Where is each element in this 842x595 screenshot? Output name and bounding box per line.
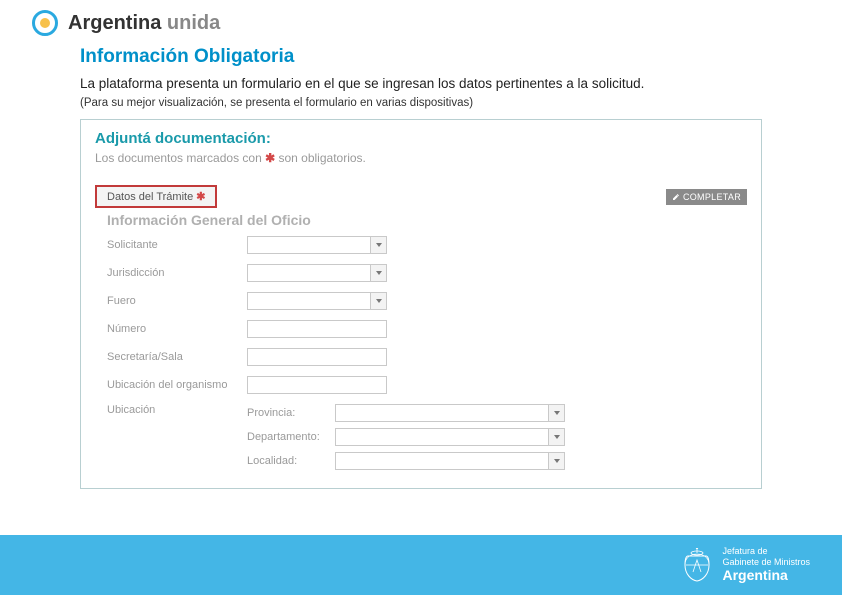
field-numero: Número [107, 320, 747, 338]
label-ubicacion: Ubicación [107, 404, 247, 416]
form-panel: Adjuntá documentación: Los documentos ma… [80, 119, 762, 489]
label-solicitante: Solicitante [107, 239, 247, 251]
label-ubic-org: Ubicación del organismo [107, 379, 247, 391]
field-departamento: Departamento: [247, 428, 747, 446]
section-tag-datos-tramite[interactable]: Datos del Trámite ✱ [95, 185, 217, 208]
brand-word-2: unida [167, 12, 220, 34]
footer-logo: Jefatura de Gabinete de Ministros Argent… [682, 546, 810, 584]
required-asterisk-icon: ✱ [196, 191, 205, 203]
label-numero: Número [107, 323, 247, 335]
label-secretaria: Secretaría/Sala [107, 351, 247, 363]
form-sub-heading: Información General del Oficio [107, 212, 747, 228]
brand-word-1: Argentina [68, 12, 161, 34]
input-secretaria[interactable] [247, 348, 387, 366]
footer: Jefatura de Gabinete de Ministros Argent… [0, 529, 842, 595]
field-ubicacion-organismo: Ubicación del organismo [107, 376, 747, 394]
form-subtext: Los documentos marcados con ✱ son obliga… [95, 151, 747, 165]
label-localidad: Localidad: [247, 455, 335, 467]
chevron-down-icon [370, 265, 386, 281]
completar-button[interactable]: COMPLETAR [666, 189, 747, 205]
section-tag-label: Datos del Trámite [107, 191, 196, 203]
chevron-down-icon [548, 405, 564, 421]
brand-text: Argentina unida [68, 12, 220, 35]
slide-title: Información Obligatoria [80, 46, 762, 68]
input-numero[interactable] [247, 320, 387, 338]
form-sub-prefix: Los documentos marcados con [95, 151, 265, 165]
slide-intro: La plataforma presenta un formulario en … [80, 76, 762, 91]
slide-content: Información Obligatoria La plataforma pr… [0, 42, 842, 489]
ubicacion-group: Ubicación Provincia: Departamento: Local… [107, 404, 747, 470]
footer-line2: Gabinete de Ministros [722, 557, 810, 568]
field-solicitante: Solicitante [107, 236, 747, 254]
label-provincia: Provincia: [247, 407, 335, 419]
select-jurisdiccion[interactable] [247, 264, 387, 282]
completar-label: COMPLETAR [683, 192, 741, 202]
label-jurisdiccion: Jurisdicción [107, 267, 247, 279]
select-fuero[interactable] [247, 292, 387, 310]
field-jurisdiccion: Jurisdicción [107, 264, 747, 282]
footer-line1: Jefatura de [722, 546, 810, 557]
national-shield-icon [682, 548, 712, 582]
argentina-sun-logo-icon [32, 10, 58, 36]
brand-header: Argentina unida [0, 0, 842, 42]
label-fuero: Fuero [107, 295, 247, 307]
field-localidad: Localidad: [247, 452, 747, 470]
chevron-down-icon [370, 237, 386, 253]
select-localidad[interactable] [335, 452, 565, 470]
select-solicitante[interactable] [247, 236, 387, 254]
pencil-icon [672, 193, 680, 201]
footer-line3: Argentina [722, 567, 810, 584]
required-asterisk-icon: ✱ [265, 151, 275, 165]
chevron-down-icon [370, 293, 386, 309]
select-departamento[interactable] [335, 428, 565, 446]
input-ubic-org[interactable] [247, 376, 387, 394]
select-provincia[interactable] [335, 404, 565, 422]
chevron-down-icon [548, 429, 564, 445]
form-sub-suffix: son obligatorios. [275, 151, 366, 165]
field-fuero: Fuero [107, 292, 747, 310]
section-row: Datos del Trámite ✱ COMPLETAR [95, 185, 747, 208]
chevron-down-icon [548, 453, 564, 469]
label-departamento: Departamento: [247, 431, 335, 443]
form-heading: Adjuntá documentación: [95, 130, 747, 147]
footer-text: Jefatura de Gabinete de Ministros Argent… [722, 546, 810, 584]
slide-note: (Para su mejor visualización, se present… [80, 97, 762, 109]
field-provincia: Provincia: [247, 404, 747, 422]
field-secretaria: Secretaría/Sala [107, 348, 747, 366]
